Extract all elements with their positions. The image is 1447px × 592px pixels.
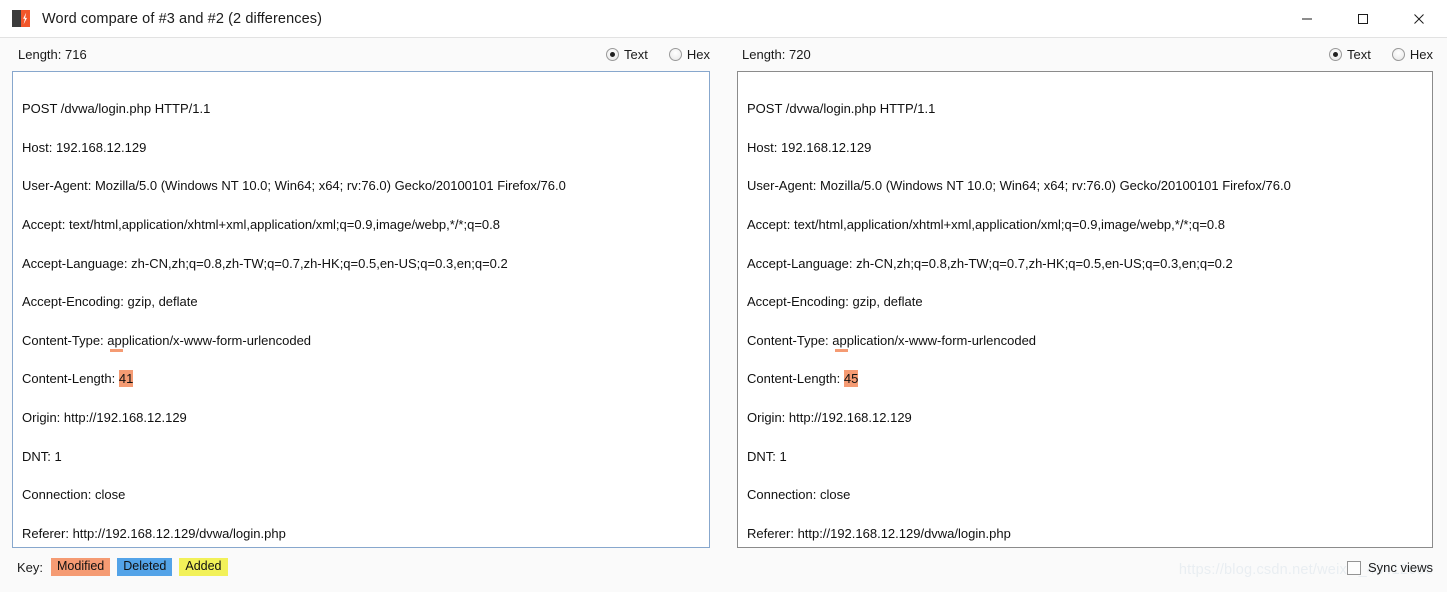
radio-hex-icon — [668, 48, 682, 61]
text-line: POST /dvwa/login.php HTTP/1.1 — [747, 101, 936, 117]
left-message-text[interactable]: POST /dvwa/login.php HTTP/1.1 Host: 192.… — [12, 71, 710, 548]
text-line: Connection: close — [22, 487, 126, 503]
minimize-icon — [1302, 18, 1312, 19]
left-length-label: Length: 716 — [18, 47, 87, 62]
text-line-content-type: Content-Type: application/x-www-form-url… — [22, 331, 699, 353]
right-pane: Length: 720 Text Hex POST /dvwa/login.ph… — [724, 38, 1447, 548]
text-line: Host: 192.168.12.129 — [22, 139, 147, 155]
left-radio-text[interactable]: Text — [606, 47, 648, 62]
key-chip-deleted: Deleted — [117, 558, 173, 576]
content-type-value: application/x-www-form-urlencoded — [107, 331, 311, 353]
left-pane: Length: 716 Text Hex POST /dvwa/login.ph… — [0, 38, 724, 548]
maximize-icon — [1358, 13, 1368, 24]
text-line-content-length: Content-Length: 41 — [22, 369, 699, 388]
minimize-button[interactable] — [1279, 0, 1335, 38]
diff-highlight-content-length: 45 — [843, 370, 859, 388]
text-line: User-Agent: Mozilla/5.0 (Windows NT 10.0… — [22, 178, 566, 194]
key-label: Key: — [17, 559, 44, 575]
text-line: User-Agent: Mozilla/5.0 (Windows NT 10.0… — [747, 178, 1291, 194]
text-line: Origin: http://192.168.12.129 — [747, 410, 912, 426]
text-line: Accept-Encoding: gzip, deflate — [747, 294, 923, 310]
right-radio-text-label: Text — [1347, 47, 1371, 62]
maximize-button[interactable] — [1335, 0, 1391, 38]
text-line: Accept: text/html,application/xhtml+xml,… — [747, 217, 1225, 233]
window-controls — [1279, 0, 1447, 38]
compare-workspace: Length: 716 Text Hex POST /dvwa/login.ph… — [0, 38, 1447, 592]
left-radio-text-label: Text — [624, 47, 648, 62]
text-line-content-type: Content-Type: application/x-www-form-url… — [747, 331, 1422, 353]
text-line: Accept-Encoding: gzip, deflate — [22, 294, 198, 310]
title-bar: Word compare of #3 and #2 (2 differences… — [0, 0, 1447, 38]
radio-text-icon — [606, 48, 620, 61]
content-type-prefix: Content-Type: — [747, 332, 833, 348]
right-radio-text[interactable]: Text — [1329, 47, 1371, 62]
right-radio-hex-label: Hex — [1409, 47, 1433, 62]
right-view-toggle: Text Hex — [1329, 47, 1433, 62]
content-type-prefix: Content-Type: — [22, 332, 108, 348]
close-icon — [1414, 13, 1424, 24]
key-chip-added: Added — [179, 558, 228, 576]
text-line: Accept-Language: zh-CN,zh;q=0.8,zh-TW;q=… — [22, 255, 508, 271]
text-line: DNT: 1 — [22, 448, 62, 464]
radio-text-icon — [1329, 48, 1343, 61]
diff-key-legend: Key: Modified Deleted Added — [17, 558, 228, 576]
left-radio-hex[interactable]: Hex — [668, 47, 710, 62]
sync-views-label: Sync views — [1367, 560, 1433, 575]
text-line: Host: 192.168.12.129 — [747, 139, 872, 155]
burp-suite-icon — [12, 10, 30, 27]
left-pane-header: Length: 716 Text Hex — [0, 38, 724, 71]
sync-views-checkbox[interactable] — [1346, 560, 1361, 575]
right-radio-hex[interactable]: Hex — [1391, 47, 1433, 62]
text-line: Origin: http://192.168.12.129 — [22, 410, 187, 426]
key-chip-modified: Modified — [51, 558, 111, 576]
close-button[interactable] — [1391, 0, 1447, 38]
content-length-prefix: Content-Length: — [747, 371, 844, 387]
text-line: Referer: http://192.168.12.129/dvwa/logi… — [22, 525, 286, 541]
footer-bar: Key: Modified Deleted Added https://blog… — [0, 548, 1447, 592]
right-message-text[interactable]: POST /dvwa/login.php HTTP/1.1 Host: 192.… — [737, 71, 1433, 548]
text-line: POST /dvwa/login.php HTTP/1.1 — [22, 101, 211, 117]
content-length-prefix: Content-Length: — [22, 371, 119, 387]
text-line-content-length: Content-Length: 45 — [747, 369, 1422, 388]
text-line: Accept: text/html,application/xhtml+xml,… — [22, 217, 500, 233]
content-type-value: application/x-www-form-urlencoded — [832, 331, 1036, 353]
text-line: Accept-Language: zh-CN,zh;q=0.8,zh-TW;q=… — [747, 255, 1233, 271]
text-line: Connection: close — [747, 487, 851, 503]
radio-hex-icon — [1391, 48, 1405, 61]
right-length-label: Length: 720 — [742, 47, 811, 62]
text-line: Referer: http://192.168.12.129/dvwa/logi… — [747, 525, 1011, 541]
window-title: Word compare of #3 and #2 (2 differences… — [42, 10, 323, 27]
text-line: DNT: 1 — [747, 448, 787, 464]
left-radio-hex-label: Hex — [686, 47, 710, 62]
sync-views-control[interactable]: Sync views — [1346, 560, 1433, 575]
diff-highlight-content-length: 41 — [118, 370, 134, 388]
right-pane-header: Length: 720 Text Hex — [724, 38, 1447, 71]
left-view-toggle: Text Hex — [606, 47, 710, 62]
